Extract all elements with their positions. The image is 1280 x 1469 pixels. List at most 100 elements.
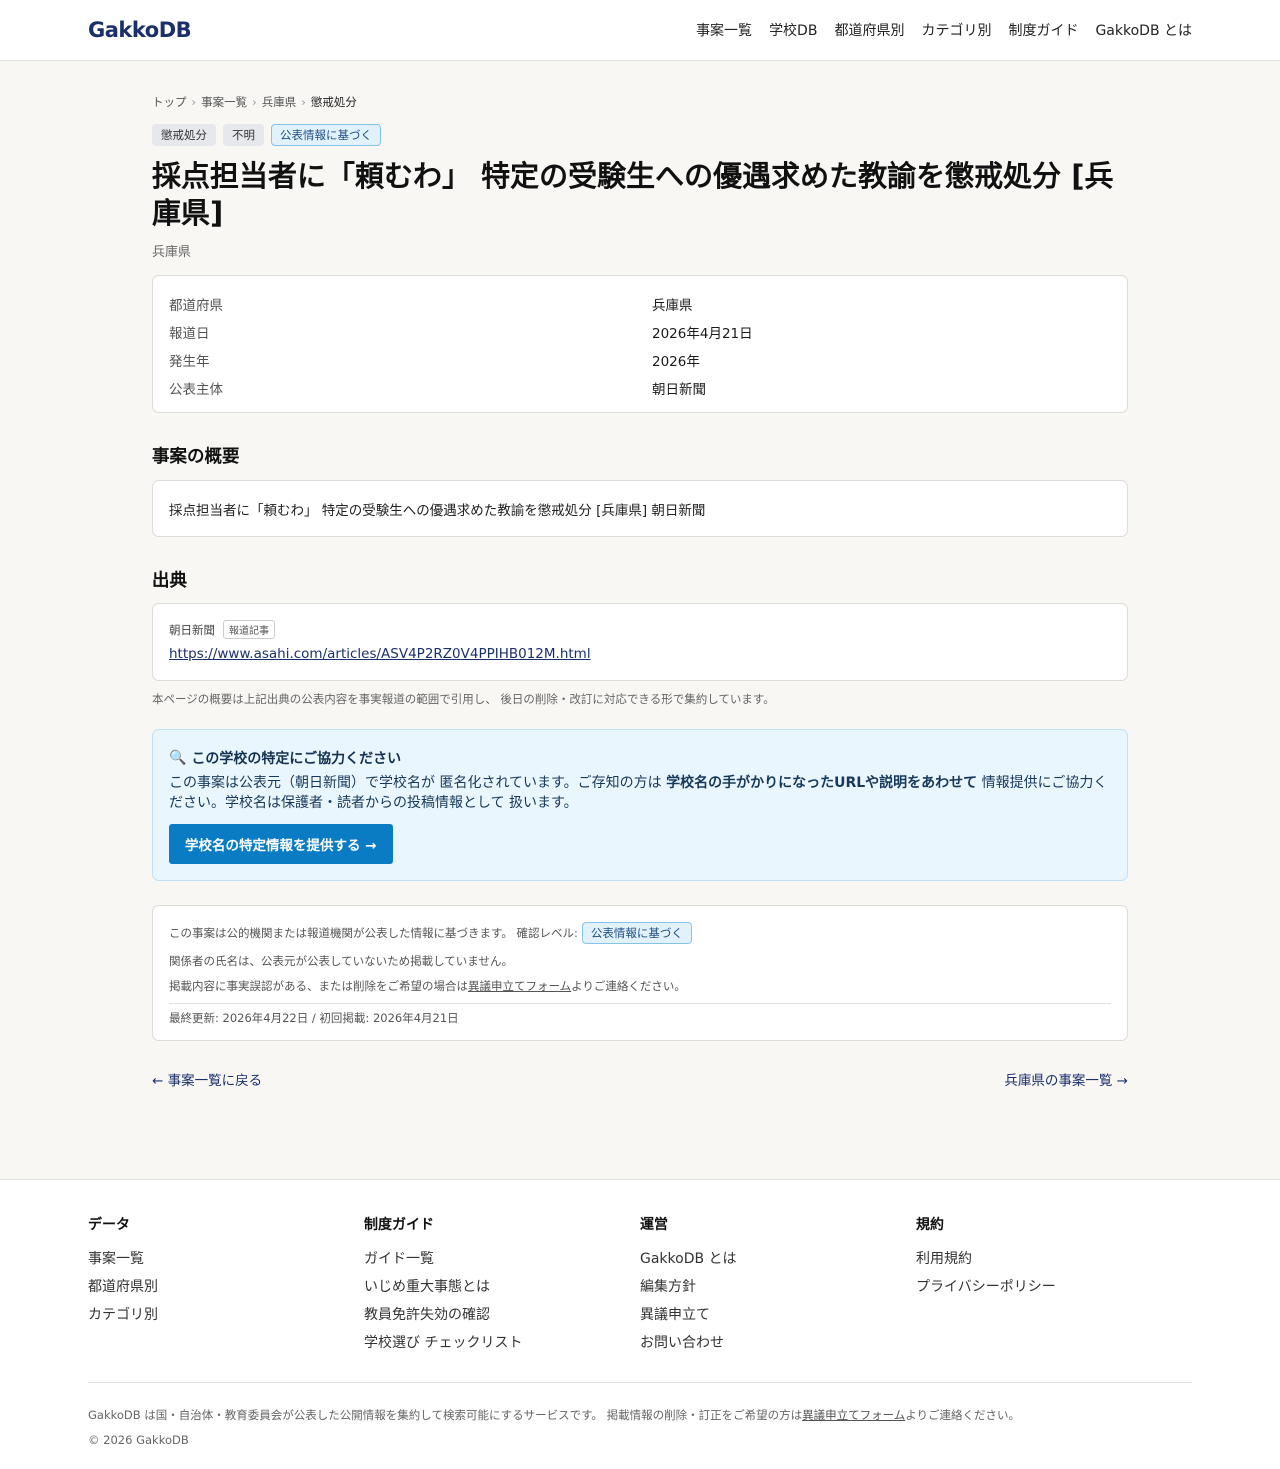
footer-description: GakkoDB は国・自治体・教育委員会が公表した公開情報を集約して検索可能にす…: [88, 1407, 1192, 1423]
meta-value: 兵庫県: [652, 298, 693, 314]
logo-text-db: DB: [158, 18, 192, 42]
notice-line-objection: 掲載内容に事実誤認がある、または削除をご希望の場合は異議申立てフォームよりご連絡…: [169, 978, 1111, 994]
breadcrumb-separator: ›: [191, 95, 197, 109]
footer-link[interactable]: お問い合わせ: [640, 1332, 916, 1360]
footer-link[interactable]: ガイド一覧: [364, 1248, 640, 1276]
source-type-tag: 報道記事: [223, 620, 275, 639]
footer-link[interactable]: 都道府県別: [88, 1276, 364, 1304]
help-title: 🔍 この学校の特定にご協力ください: [169, 748, 1111, 768]
meta-row: 発生年 2026年: [169, 346, 1111, 374]
footer-desc-post: よりご連絡ください。: [905, 1408, 1021, 1422]
case-meta-card: 都道府県 兵庫県 報道日 2026年4月21日 発生年 2026年 公表主体 朝…: [152, 275, 1128, 413]
meta-value: 2026年4月21日: [652, 326, 753, 342]
magnifier-icon: 🔍: [169, 750, 187, 766]
nav-item-guides[interactable]: 制度ガイド: [1008, 20, 1078, 40]
footer-column-data: データ 事案一覧 都道府県別 カテゴリ別: [88, 1214, 364, 1360]
source-note: 本ページの概要は上記出典の公表内容を事実報道の範囲で引用し、 後日の削除・改訂に…: [152, 692, 775, 706]
identify-school-card: 🔍 この学校の特定にご協力ください この事案は公表元（朝日新聞）で学校名が 匿名…: [152, 729, 1128, 881]
top-nav: 事案一覧 学校DB 都道府県別 カテゴリ別 制度ガイド GakkoDB とは: [696, 20, 1192, 40]
nav-item-categories[interactable]: カテゴリ別: [921, 20, 991, 40]
footer-heading: 規約: [916, 1217, 944, 1233]
source-meta: 朝日新聞 報道記事: [169, 620, 1111, 639]
meta-row: 公表主体 朝日新聞: [169, 374, 1111, 402]
main-content: トップ › 事案一覧 › 兵庫県 › 懲戒処分 懲戒処分 不明 公表情報に基づく…: [152, 61, 1128, 1089]
nav-item-prefectures[interactable]: 都道府県別: [834, 20, 904, 40]
footer-column-terms: 規約 利用規約 プライバシーポリシー: [916, 1214, 1192, 1360]
footer-column-operation: 運営 GakkoDB とは 編集方針 異議申立て お問い合わせ: [640, 1214, 916, 1360]
breadcrumb-separator: ›: [301, 95, 306, 109]
footer-objection-form-link[interactable]: 異議申立てフォーム: [802, 1408, 905, 1422]
nav-item-about[interactable]: GakkoDB とは: [1095, 20, 1192, 40]
page-subtitle: 兵庫県: [152, 245, 192, 260]
footer-desc-pre: GakkoDB は国・自治体・教育委員会が公表した公開情報を集約して検索可能にす…: [88, 1408, 803, 1422]
meta-key: 都道府県: [169, 298, 223, 314]
breadcrumb-separator: ›: [252, 95, 257, 109]
breadcrumb-top[interactable]: トップ: [152, 94, 187, 110]
logo-text-gakko: Gakko: [88, 18, 159, 42]
page-title: 採点担当者に「頼むわ」 特定の受験生への優遇求めた教諭を懲戒処分 [兵庫県]: [152, 159, 1114, 230]
help-text: この事案は公表元（朝日新聞）で学校名が 匿名化されています。ご存知の方は 学校名…: [169, 773, 1111, 813]
verification-badge: 公表情報に基づく: [271, 124, 381, 146]
meta-value: 2026年: [652, 354, 700, 370]
footer-heading: 運営: [640, 1217, 668, 1233]
footer-column-guides: 制度ガイド ガイド一覧 いじめ重大事態とは 教員免許失効の確認 学校選び チェッ…: [364, 1214, 640, 1360]
meta-key: 報道日: [169, 326, 210, 342]
footer-link[interactable]: 事案一覧: [88, 1248, 364, 1276]
source-heading: 出典: [152, 571, 187, 591]
breadcrumb-current: 懲戒処分: [310, 95, 357, 109]
help-text-part1: この事案は公表元（朝日新聞）で学校名が 匿名化されています。ご存知の方は: [169, 775, 667, 791]
notice-line-names: 関係者の氏名は、公表元が公表していないため掲載していません。: [169, 953, 1111, 969]
help-text-bold: 学校名の手がかりになったURLや説明をあわせて: [666, 775, 978, 791]
summary-card: 採点担当者に「頼むわ」 特定の受験生への優遇求めた教諭を懲戒処分 [兵庫県] 朝…: [152, 480, 1128, 537]
nav-item-cases[interactable]: 事案一覧: [696, 20, 752, 40]
notice-line-source: この事案は公的機関または報道機関が公表した情報に基づきます。 確認レベル: 公表…: [169, 922, 1111, 944]
footer-link[interactable]: プライバシーポリシー: [916, 1276, 1192, 1304]
prefecture-cases-link[interactable]: 兵庫県の事案一覧 →: [1004, 1069, 1128, 1089]
source-name: 朝日新聞: [169, 622, 215, 637]
breadcrumb: トップ › 事案一覧 › 兵庫県 › 懲戒処分: [152, 94, 1128, 110]
site-logo[interactable]: GakkoDB: [88, 18, 192, 42]
footer-link[interactable]: 編集方針: [640, 1276, 916, 1304]
footer-divider: [88, 1382, 1192, 1383]
notice-divider: [169, 1003, 1111, 1004]
bottom-navigation: ← 事案一覧に戻る 兵庫県の事案一覧 →: [152, 1069, 1128, 1089]
verification-level-badge: 公表情報に基づく: [581, 922, 692, 944]
copyright: © 2026 GakkoDB: [88, 1433, 189, 1447]
site-footer: データ 事案一覧 都道府県別 カテゴリ別 制度ガイド ガイド一覧 いじめ重大事態…: [0, 1179, 1280, 1469]
objection-form-link[interactable]: 異議申立てフォーム: [468, 979, 571, 993]
footer-link[interactable]: 学校選び チェックリスト: [364, 1332, 640, 1360]
footer-link[interactable]: 利用規約: [916, 1248, 1192, 1276]
meta-key: 公表主体: [169, 382, 223, 398]
footer-link[interactable]: いじめ重大事態とは: [364, 1276, 640, 1304]
submit-school-info-button[interactable]: 学校名の特定情報を提供する →: [169, 824, 393, 864]
summary-text: 採点担当者に「頼むわ」 特定の受験生への優遇求めた教諭を懲戒処分 [兵庫県] 朝…: [169, 502, 706, 519]
source-url-link[interactable]: https://www.asahi.com/articles/ASV4P2RZ0…: [169, 646, 1111, 662]
breadcrumb-cases[interactable]: 事案一覧: [201, 94, 247, 110]
footer-link[interactable]: GakkoDB とは: [640, 1248, 916, 1276]
footer-link[interactable]: 異議申立て: [640, 1304, 916, 1332]
notice-names-text: 関係者の氏名は、公表元が公表していないため掲載していません。: [169, 954, 513, 968]
footer-link[interactable]: 教員免許失効の確認: [364, 1304, 640, 1332]
meta-key: 発生年: [169, 354, 210, 370]
back-to-cases-link[interactable]: ← 事案一覧に戻る: [152, 1069, 262, 1089]
source-card: 朝日新聞 報道記事 https://www.asahi.com/articles…: [152, 603, 1128, 681]
meta-row: 報道日 2026年4月21日: [169, 318, 1111, 346]
nav-item-schools[interactable]: 学校DB: [769, 20, 817, 40]
site-header: GakkoDB 事案一覧 学校DB 都道府県別 カテゴリ別 制度ガイド Gakk…: [0, 0, 1280, 61]
footer-columns: データ 事案一覧 都道府県別 カテゴリ別 制度ガイド ガイド一覧 いじめ重大事態…: [88, 1214, 1192, 1360]
case-badges: 懲戒処分 不明 公表情報に基づく: [152, 124, 1128, 146]
notice-objection-post: よりご連絡ください。: [571, 979, 686, 993]
category-badge[interactable]: 懲戒処分: [152, 124, 216, 146]
notice-objection-pre: 掲載内容に事実誤認がある、または削除をご希望の場合は: [169, 979, 468, 993]
school-type-badge: 不明: [223, 124, 264, 146]
notice-source-text: この事案は公的機関または報道機関が公表した情報に基づきます。 確認レベル:: [169, 926, 578, 940]
meta-value: 朝日新聞: [652, 382, 706, 398]
breadcrumb-prefecture[interactable]: 兵庫県: [262, 94, 297, 110]
update-dates: 最終更新: 2026年4月22日 / 初回掲載: 2026年4月21日: [169, 1011, 459, 1025]
notice-card: この事案は公的機関または報道機関が公表した情報に基づきます。 確認レベル: 公表…: [152, 905, 1128, 1041]
footer-link[interactable]: カテゴリ別: [88, 1304, 364, 1332]
meta-row: 都道府県 兵庫県: [169, 290, 1111, 318]
footer-heading: 制度ガイド: [364, 1217, 434, 1233]
summary-heading: 事案の概要: [152, 447, 240, 467]
footer-heading: データ: [88, 1217, 130, 1233]
